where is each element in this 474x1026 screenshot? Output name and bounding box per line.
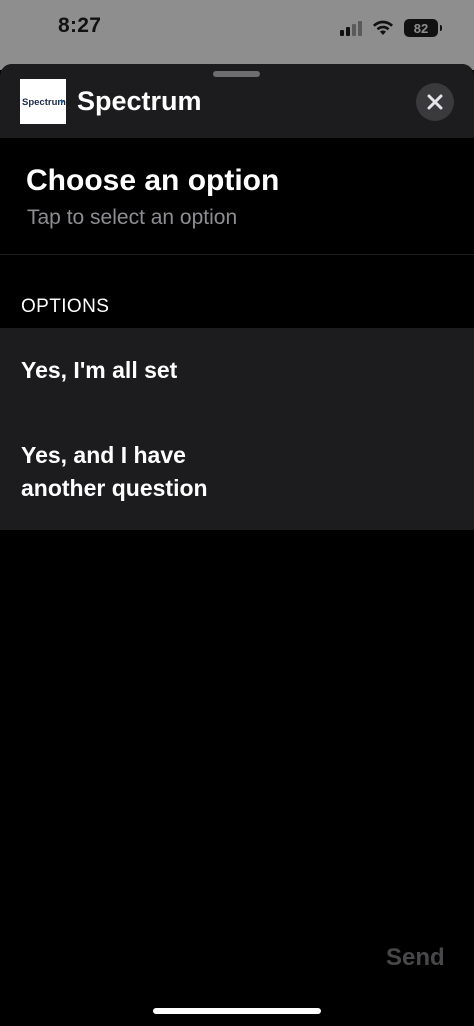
option-all-set[interactable]: Yes, I'm all set <box>21 354 441 387</box>
close-icon <box>427 94 443 110</box>
wifi-icon <box>372 20 394 36</box>
options-list: Yes, I'm all set Yes, and I have another… <box>0 328 474 530</box>
home-indicator <box>153 1008 321 1014</box>
header-title: Spectrum <box>77 86 202 116</box>
divider <box>0 254 474 255</box>
option-another-question[interactable]: Yes, and I have another question <box>21 439 261 505</box>
battery-level: 82 <box>413 20 429 36</box>
sheet-header: Spectrum Spectrum <box>0 64 474 138</box>
send-button[interactable]: Send <box>386 944 445 972</box>
battery-icon: 82 <box>404 19 442 37</box>
prompt-title: Choose an option <box>26 164 280 197</box>
close-button[interactable] <box>416 83 454 121</box>
status-time: 8:27 <box>58 14 102 37</box>
status-icons: 82 <box>340 14 442 42</box>
options-section-header: OPTIONS <box>21 296 110 317</box>
prompt-block: Choose an option Tap to select an option <box>0 138 474 254</box>
spectrum-logo: Spectrum <box>20 79 66 124</box>
cellular-signal-icon <box>340 20 362 36</box>
prompt-subtitle: Tap to select an option <box>27 206 238 229</box>
svg-text:Spectrum: Spectrum <box>22 97 66 108</box>
screen: 8:27 82 Spectrum Spectrum Choose an opti… <box>0 0 474 1026</box>
sheet-grabber[interactable] <box>213 71 260 77</box>
chat-options-sheet: Spectrum Spectrum Choose an option Tap t… <box>0 64 474 1026</box>
status-bar: 8:27 82 <box>0 0 474 70</box>
